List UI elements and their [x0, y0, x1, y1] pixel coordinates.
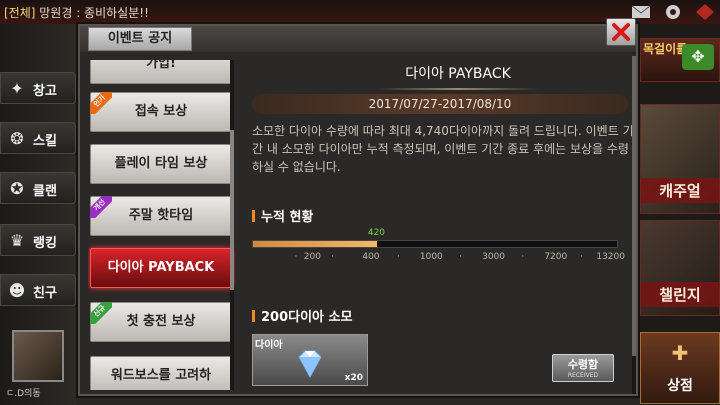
badge-text: 신규 [90, 302, 112, 324]
event-description: 소모한 다이아 수량에 따라 최대 4,740다이아까지 돌려 드립니다. 이벤… [252, 124, 634, 174]
progress-tick: 400 [362, 252, 380, 262]
menu-item-label: 워드보스를 고려하 [110, 368, 212, 383]
top-icons [630, 2, 716, 22]
progress-tick: 3000 [482, 252, 505, 262]
accumulation-progress: 420 · 200 · 400 · 1000 · 3000 · 7200 · 1… [252, 228, 625, 268]
mode-casual[interactable]: 캐주얼 [640, 104, 720, 214]
menu-item-label: 접속 보상 [134, 104, 188, 119]
badge-text: 인기 [90, 92, 112, 114]
menu-item-dia-payback[interactable]: 다이아 PAYBACK [90, 248, 232, 288]
menu-item-label: 플레이 타임 보상 [114, 156, 208, 171]
progress-tick: 1000 [419, 252, 443, 262]
close-icon [612, 23, 630, 41]
modal-header: 이벤트 공지 [80, 26, 636, 52]
progress-tick: · [521, 252, 525, 262]
menu-item-first-charge[interactable]: 신규 첫 충전 보상 [90, 302, 232, 342]
badge-ribbon: 신규 [90, 302, 112, 324]
challenge-label: 챌린지 [641, 282, 719, 307]
received-button[interactable]: 수령함 RECEIVED [552, 354, 614, 382]
sidebar-item-friends[interactable]: ☻ 친구 [0, 274, 76, 306]
progress-value: 420 [367, 228, 386, 238]
sidebar-label: 친구 [33, 286, 57, 301]
event-title: 다이아 PAYBACK [405, 66, 511, 82]
event-date-range: 2017/07/27-2017/08/10 [252, 94, 628, 114]
event-notice-modal: 이벤트 공지 가입! 인기 접속 보상 플레이 타임 보상 개선 주말 핫타임 … [78, 24, 638, 396]
sidebar-item-storage[interactable]: ✦ 창고 [0, 72, 76, 104]
rifle-icon: ✚ [671, 341, 689, 365]
sidebar-label: 스킬 [33, 134, 57, 149]
avatar[interactable] [12, 330, 64, 382]
gear-icon[interactable] [662, 2, 684, 22]
banner-label: 목걸이를 [643, 42, 688, 56]
progress-track [252, 240, 618, 248]
progress-tick: · [331, 252, 334, 262]
badge-ribbon: 인기 [90, 92, 112, 114]
lobby-right-panel: 목걸이를 캐주얼 챌린지 ✚ 상점 [640, 24, 720, 405]
title-divider [378, 88, 538, 90]
event-detail: 다이아 PAYBACK 2017/07/27-2017/08/10 소모한 다이… [242, 56, 634, 394]
avatar-caption: ㄷ.D의동 [6, 389, 41, 399]
menu-scrollbar[interactable] [230, 60, 234, 390]
detail-scroll-thumb[interactable] [632, 56, 636, 356]
reward-card[interactable]: 다이아 x20 [252, 334, 368, 386]
sidebar-item-clan[interactable]: ✪ 클랜 [0, 172, 76, 204]
progress-tick: · [294, 252, 298, 262]
menu-item-label: 주말 핫타임 [128, 208, 194, 223]
badge-ribbon: 개선 [90, 196, 112, 218]
gamepad-icon[interactable]: ✥ [682, 44, 714, 70]
progress-tick: 200 [303, 252, 321, 262]
section-accent-bar [252, 210, 255, 222]
reward-section-title: 200다이아 소모 [252, 306, 352, 325]
chat-notice: [전체] 망원경 : 종비하실분!! [4, 4, 149, 21]
tab-event-notice[interactable]: 이벤트 공지 [88, 27, 192, 51]
sidebar-item-ranking[interactable]: ♛ 랭킹 [0, 224, 76, 256]
trophy-icon: ♛ [9, 231, 25, 250]
progress-tick: 13200 [596, 252, 625, 262]
progress-section-title: 누적 현황 [252, 206, 313, 225]
reward-name: 다이아 [255, 340, 283, 351]
menu-item-playtime-reward[interactable]: 플레이 타임 보상 [90, 144, 232, 184]
casual-label: 캐주얼 [641, 178, 719, 203]
sidebar-item-skill[interactable]: ❂ 스킬 [0, 122, 76, 154]
reward-quantity: x20 [344, 373, 363, 383]
sidebar-label: 클랜 [33, 184, 57, 199]
mode-challenge[interactable]: 챌린지 [640, 220, 720, 316]
skill-icon: ❂ [10, 129, 24, 148]
gun-icon: ✦ [10, 79, 24, 98]
close-button[interactable] [606, 18, 636, 46]
game-logo-icon [694, 2, 716, 22]
progress-fill [253, 241, 377, 247]
notice-tag: [전체] [4, 6, 36, 20]
detail-scrollbar[interactable] [632, 56, 636, 394]
progress-section-label: 누적 현황 [261, 210, 314, 225]
menu-item-label: 다이아 PAYBACK [107, 260, 215, 275]
progress-tick: · [579, 252, 583, 262]
badge-text: 개선 [90, 196, 112, 218]
sidebar-label: 창고 [33, 84, 57, 99]
menu-item-world-boss[interactable]: 워드보스를 고려하 [90, 356, 232, 390]
menu-item-label: 첫 충전 보상 [126, 314, 196, 329]
shop-button[interactable]: ✚ 상점 [640, 332, 720, 404]
received-label: 수령함 [567, 358, 599, 371]
reward-section-label: 200다이아 소모 [261, 310, 353, 325]
menu-item-join[interactable]: 가입! [90, 60, 232, 84]
menu-item-login-reward[interactable]: 인기 접속 보상 [90, 92, 232, 132]
progress-tick: · [396, 252, 400, 262]
sidebar-label: 랭킹 [33, 236, 57, 251]
section-accent-bar [252, 310, 255, 322]
received-sublabel: RECEIVED [567, 372, 599, 379]
clan-icon: ✪ [10, 179, 24, 198]
progress-tick: 7200 [544, 252, 568, 262]
menu-item-label: 가입! [146, 60, 176, 71]
friends-icon: ☻ [8, 281, 26, 300]
event-menu: 가입! 인기 접속 보상 플레이 타임 보상 개선 주말 핫타임 다이아 PAY… [88, 60, 236, 390]
menu-item-weekend-hottime[interactable]: 개선 주말 핫타임 [90, 196, 232, 236]
menu-scroll-thumb[interactable] [230, 130, 234, 290]
shop-label: 상점 [667, 378, 693, 394]
notice-text: 망원경 : 종비하실분!! [35, 6, 149, 20]
progress-tick: · [459, 252, 463, 262]
diamond-icon [298, 350, 322, 379]
